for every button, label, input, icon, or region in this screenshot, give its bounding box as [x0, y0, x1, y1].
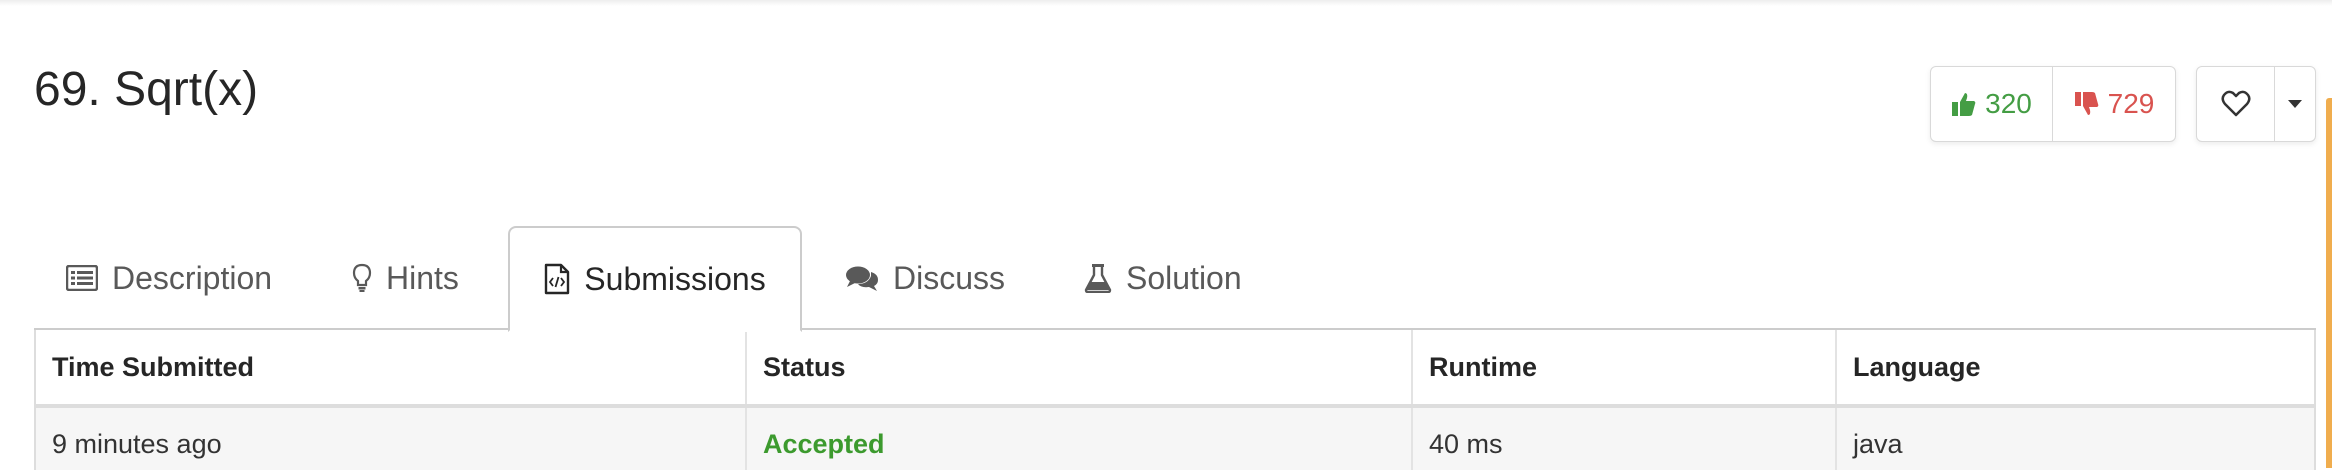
- favorite-group: [2196, 66, 2316, 142]
- tab-description[interactable]: Description: [66, 226, 272, 330]
- lightbulb-icon: [352, 263, 372, 293]
- column-header-runtime: Runtime: [1412, 330, 1837, 408]
- chevron-down-icon: [2288, 100, 2302, 108]
- flask-icon: [1084, 263, 1112, 293]
- tab-description-label: Description: [112, 259, 273, 296]
- thumbs-up-icon: [1952, 93, 1976, 116]
- code-file-icon: [544, 263, 570, 295]
- upvote-button[interactable]: 320: [1931, 67, 2053, 141]
- tab-solution-label: Solution: [1126, 259, 1242, 296]
- column-header-time-submitted: Time Submitted: [36, 330, 747, 408]
- column-header-status: Status: [746, 330, 1413, 408]
- submissions-table-container: Time Submitted Status Runtime Language 9…: [34, 330, 2316, 470]
- table-header-row: Time Submitted Status Runtime Language: [36, 330, 2314, 408]
- column-header-language: Language: [1836, 330, 2314, 408]
- downvote-button[interactable]: 729: [2053, 67, 2175, 141]
- tab-discuss[interactable]: Discuss: [845, 226, 1005, 330]
- tab-hints-label: Hints: [386, 259, 459, 296]
- cell-time-submitted: 9 minutes ago: [36, 406, 747, 470]
- cell-language: java: [1836, 406, 2314, 470]
- vote-group: 320 729: [1930, 66, 2176, 142]
- side-accent-bar: [2326, 98, 2332, 468]
- heart-icon: [2220, 90, 2251, 117]
- top-shadow: [0, 0, 2332, 6]
- page-title: 69. Sqrt(x): [34, 63, 259, 116]
- cell-status: Accepted: [746, 406, 1413, 470]
- tab-submissions-label: Submissions: [584, 260, 766, 297]
- favorite-button[interactable]: [2197, 67, 2275, 141]
- table-row: 9 minutes ago Accepted 40 ms java: [36, 406, 2314, 470]
- cell-runtime: 40 ms: [1412, 406, 1837, 470]
- tab-discuss-label: Discuss: [893, 259, 1006, 296]
- comments-icon: [845, 264, 879, 292]
- tab-hints[interactable]: Hints: [352, 226, 459, 330]
- submissions-table: Time Submitted Status Runtime Language 9…: [36, 330, 2314, 470]
- status-accepted-link[interactable]: Accepted: [763, 429, 885, 459]
- downvote-count: 729: [2107, 88, 2155, 119]
- tab-solution[interactable]: Solution: [1084, 226, 1242, 330]
- tab-submissions[interactable]: Submissions: [508, 226, 802, 332]
- list-icon: [66, 265, 98, 291]
- upvote-count: 320: [1985, 88, 2032, 119]
- problem-tabs: Description Hints Submissions Discuss So…: [34, 226, 2316, 332]
- thumbs-down-icon: [2074, 92, 2098, 115]
- favorite-dropdown-button[interactable]: [2275, 67, 2315, 141]
